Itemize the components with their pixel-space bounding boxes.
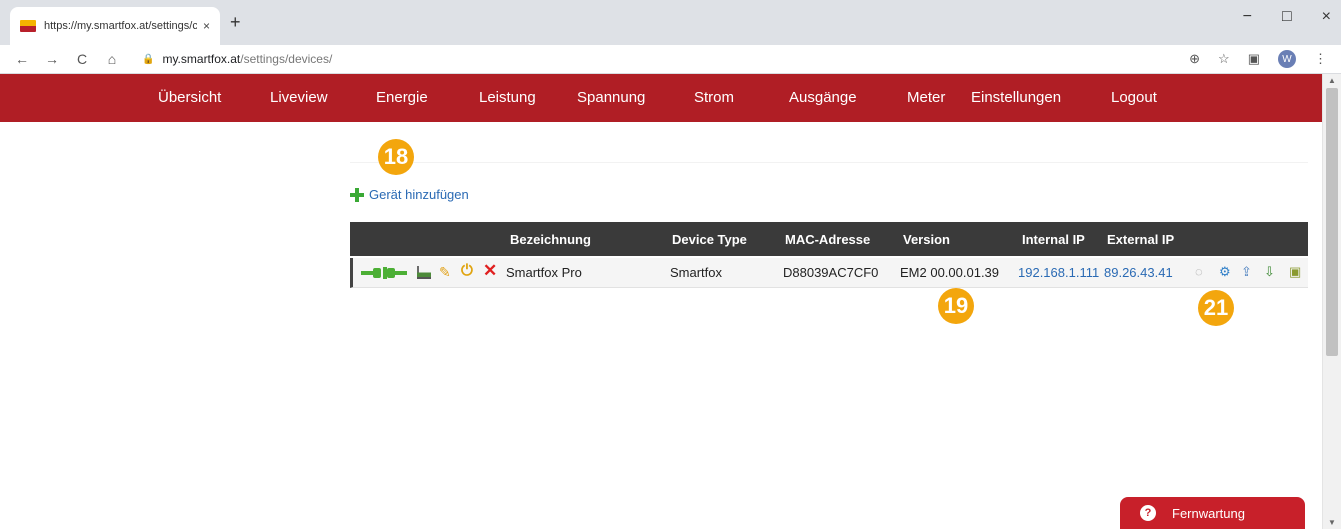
plug-status-icon <box>361 267 407 279</box>
device-mac: D88039AC7CF0 <box>783 265 879 280</box>
nav-meter[interactable]: Meter <box>907 89 945 106</box>
upload-icon[interactable]: ⇪ <box>1241 264 1252 280</box>
device-external-ip-link[interactable]: 89.26.43.41 <box>1104 265 1173 280</box>
bookmark-star-icon[interactable]: ☆ <box>1218 51 1230 67</box>
lock-icon[interactable]: 🔒 <box>142 54 154 65</box>
power-icon[interactable]: ⏻ <box>461 262 473 279</box>
close-tab-icon[interactable]: × <box>203 19 210 33</box>
col-device-type: Device Type <box>672 232 747 247</box>
pencil-icon[interactable]: ✎ <box>439 264 451 281</box>
remote-support-button[interactable]: ? Fernwartung <box>1120 497 1305 529</box>
page-scrollbar[interactable]: ▲ ▼ <box>1322 74 1341 529</box>
cast-icon[interactable]: ▣ <box>1248 51 1260 67</box>
nav-energie[interactable]: Energie <box>376 89 428 106</box>
col-mac-adresse: MAC-Adresse <box>785 232 871 247</box>
delete-icon[interactable]: ✕ <box>483 261 497 281</box>
divider <box>350 162 1308 163</box>
add-device-button[interactable]: Gerät hinzufügen <box>350 187 469 202</box>
nav-ausgaenge[interactable]: Ausgänge <box>789 89 857 106</box>
smartfox-favicon-icon <box>20 20 36 32</box>
forward-icon[interactable]: → <box>44 51 60 67</box>
callout-badge-18: 18 <box>378 139 414 175</box>
zoom-icon[interactable]: ⊕ <box>1189 51 1200 67</box>
devices-table-header: Bezeichnung Device Type MAC-Adresse Vers… <box>350 222 1308 256</box>
browser-tabstrip: https://my.smartfox.at/settings/c × + − … <box>0 0 1341 45</box>
device-internal-ip-link[interactable]: 192.168.1.111 <box>1018 265 1099 280</box>
maximize-icon[interactable]: □ <box>1282 8 1292 26</box>
scroll-thumb[interactable] <box>1326 88 1338 356</box>
nav-strom[interactable]: Strom <box>694 89 734 106</box>
remote-support-label: Fernwartung <box>1172 505 1245 521</box>
col-external-ip: External IP <box>1107 232 1175 247</box>
home-icon[interactable]: ⌂ <box>104 51 120 67</box>
address-bar: ← → C ⌂ 🔒 my.smartfox.at/settings/device… <box>0 45 1341 74</box>
download-icon[interactable]: ⇩ <box>1264 264 1275 280</box>
new-tab-icon[interactable]: + <box>230 12 241 33</box>
url-host: my.smartfox.at <box>162 52 241 66</box>
refresh-icon[interactable]: ◌ <box>1195 264 1203 279</box>
help-icon: ? <box>1140 505 1156 521</box>
nav-uebersicht[interactable]: Übersicht <box>158 89 221 106</box>
url-path: /settings/devices/ <box>240 52 333 66</box>
nav-einstellungen[interactable]: Einstellungen <box>971 89 1061 106</box>
window-controls: − □ × <box>1243 8 1331 26</box>
device-name: Smartfox Pro <box>506 265 582 280</box>
url-field[interactable]: my.smartfox.at/settings/devices/ <box>162 52 332 66</box>
col-internal-ip: Internal IP <box>1022 232 1085 247</box>
device-version: EM2 00.00.01.39 <box>900 265 1000 280</box>
main-nav: Übersicht Liveview Energie Leistung Span… <box>0 74 1322 122</box>
browser-tab[interactable]: https://my.smartfox.at/settings/c × <box>10 7 220 45</box>
scroll-up-icon[interactable]: ▲ <box>1328 76 1336 85</box>
nav-logout[interactable]: Logout <box>1111 89 1157 106</box>
tab-title: https://my.smartfox.at/settings/c <box>44 20 197 32</box>
add-device-label: Gerät hinzufügen <box>369 187 469 202</box>
table-row: ✎ ⏻ ✕ Smartfox Pro Smartfox D88039AC7CF0… <box>350 258 1308 288</box>
col-bezeichnung: Bezeichnung <box>510 232 591 247</box>
package-icon[interactable]: ▣ <box>1289 264 1301 280</box>
gear-icon[interactable]: ⚙ <box>1219 264 1231 280</box>
nav-liveview[interactable]: Liveview <box>270 89 328 106</box>
reload-icon[interactable]: C <box>74 51 90 67</box>
nav-leistung[interactable]: Leistung <box>479 89 536 106</box>
chart-icon[interactable] <box>417 266 431 279</box>
nav-spannung[interactable]: Spannung <box>577 89 645 106</box>
window-close-icon[interactable]: × <box>1322 8 1331 26</box>
plus-icon <box>350 187 364 202</box>
profile-avatar[interactable]: W <box>1278 50 1296 68</box>
browser-menu-icon[interactable]: ⋮ <box>1314 51 1327 67</box>
back-icon[interactable]: ← <box>14 51 30 67</box>
callout-badge-19: 19 <box>938 288 974 324</box>
col-version: Version <box>903 232 950 247</box>
callout-badge-21: 21 <box>1198 290 1234 326</box>
scroll-down-icon[interactable]: ▼ <box>1328 518 1336 527</box>
browser-toolbar-right: ⊕ ☆ ▣ W ⋮ <box>1189 50 1327 68</box>
device-type: Smartfox <box>670 265 723 280</box>
minimize-icon[interactable]: − <box>1243 8 1252 26</box>
